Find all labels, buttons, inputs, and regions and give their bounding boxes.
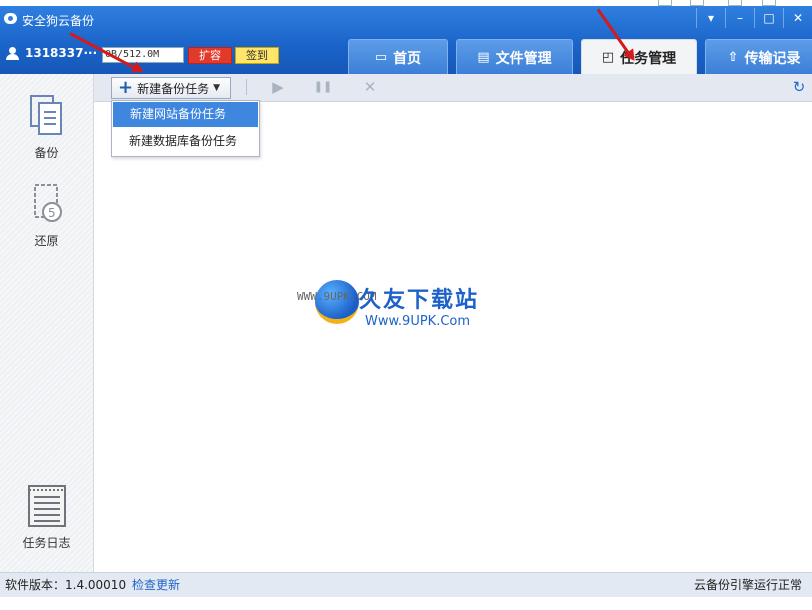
window-title: 安全狗云备份 [22, 14, 95, 28]
task-toolbar: + 新建备份任务 ▼ ▶ ❚❚ ✕ ↻ [94, 74, 812, 102]
sidebar-item-label: 还原 [34, 234, 59, 248]
expand-storage-button[interactable]: 扩容 [188, 47, 232, 64]
toolbar-divider [246, 79, 247, 95]
menu-dropdown-button[interactable]: ▾ [696, 8, 725, 28]
file-manage-icon: ▤ [477, 50, 490, 65]
new-backup-task-label: 新建备份任务 [137, 81, 210, 96]
menu-item-new-database-backup[interactable]: 新建数据库备份任务 [112, 129, 259, 154]
restore-icon: 5 [27, 182, 67, 226]
window-controls: ▾ – □ ✕ [696, 8, 812, 28]
task-log-icon [27, 484, 67, 528]
svg-text:5: 5 [48, 206, 56, 220]
user-info: 1318337··· [6, 46, 97, 60]
tab-label: 传输记录 [744, 50, 801, 67]
status-bar: 软件版本：1.4.00010 检查更新 云备份引擎运行正常 [0, 572, 812, 597]
tab-home[interactable]: ▭ 首页 [348, 39, 448, 75]
app-logo-icon [4, 13, 17, 24]
tab-label: 首页 [393, 50, 422, 67]
tab-label: 文件管理 [495, 50, 552, 67]
maximize-button[interactable]: □ [754, 8, 783, 28]
refresh-icon[interactable]: ↻ [790, 77, 808, 97]
user-name[interactable]: 1318337··· [25, 46, 97, 60]
drive-icon: ▭ [374, 50, 388, 65]
engine-status: 云备份引擎运行正常 [693, 578, 802, 592]
task-monitor-icon: ◰ [601, 50, 615, 65]
sidebar-item-task-log[interactable]: 任务日志 [0, 484, 93, 551]
backup-document-icon [27, 94, 67, 138]
menu-item-new-website-backup[interactable]: 新建网站备份任务 [113, 102, 258, 127]
watermark-logo: WWW.9UPK.COM 久友下载站 Www.9UPK.Com [293, 258, 519, 352]
sidebar-item-backup[interactable]: 备份 [0, 94, 93, 161]
new-backup-task-button[interactable]: + 新建备份任务 ▼ [111, 77, 231, 99]
watermark-title: 久友下载站 [359, 288, 480, 313]
tab-file-manage[interactable]: ▤ 文件管理 [456, 39, 573, 75]
watermark-url: Www.9UPK.Com [365, 314, 471, 329]
new-task-dropdown: 新建网站备份任务 新建数据库备份任务 [111, 100, 260, 157]
chevron-down-icon: ▼ [213, 83, 221, 93]
sidebar: 备份 5 还原 任务日志 [0, 74, 94, 572]
tab-transfer-record[interactable]: ⇧ 传输记录 [705, 39, 812, 75]
pause-button[interactable]: ❚❚ [312, 77, 334, 97]
version-text: 软件版本：1.4.00010 [5, 578, 127, 592]
check-update-link[interactable]: 检查更新 [132, 573, 180, 597]
sidebar-item-label: 任务日志 [22, 536, 71, 550]
user-icon [6, 46, 19, 60]
sign-in-button[interactable]: 签到 [235, 47, 279, 64]
main-tabs: ▭ 首页 ▤ 文件管理 ◰ 任务管理 ⇧ 传输记录 [340, 39, 812, 75]
minimize-button[interactable]: – [725, 8, 754, 28]
app-header: 安全狗云备份 ▾ – □ ✕ 1318337··· 0B/512.0M 扩容 签… [0, 6, 812, 75]
plus-icon: + [118, 77, 134, 98]
sidebar-item-label: 备份 [34, 146, 59, 160]
upload-icon: ⇧ [727, 50, 739, 65]
bottom-margin [0, 597, 812, 610]
close-button[interactable]: ✕ [783, 8, 812, 28]
sidebar-item-restore[interactable]: 5 还原 [0, 182, 93, 249]
start-button[interactable]: ▶ [267, 77, 289, 97]
stop-button[interactable]: ✕ [359, 77, 381, 97]
